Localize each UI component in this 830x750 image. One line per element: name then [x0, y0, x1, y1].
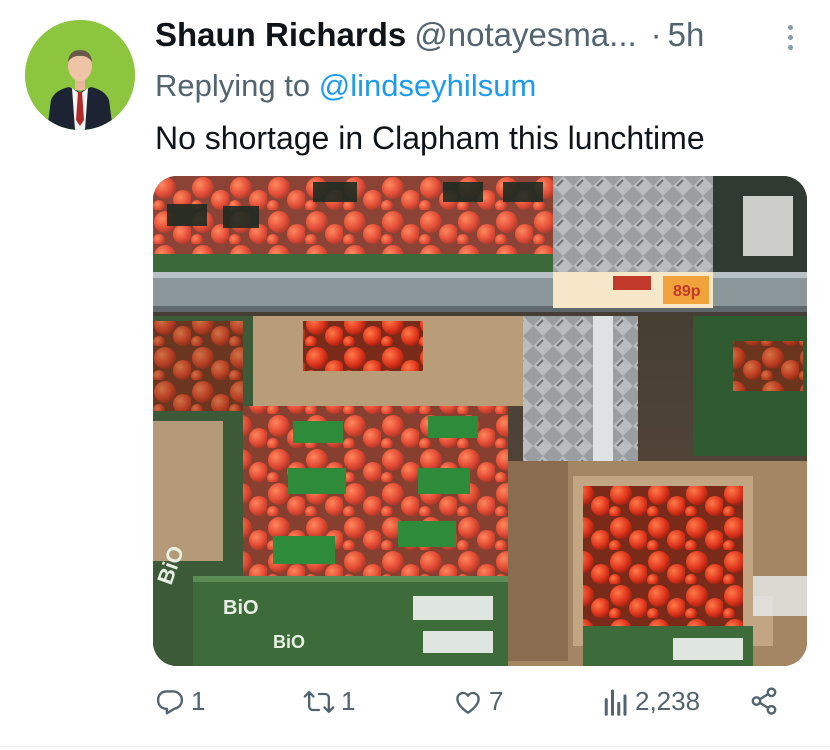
more-options-icon[interactable] — [780, 22, 800, 52]
timestamp[interactable]: 5h — [668, 16, 705, 54]
replying-to-line: Replying to @lindseyhilsum — [155, 68, 536, 104]
svg-text:89p: 89p — [673, 283, 701, 300]
avatar[interactable] — [25, 20, 135, 130]
svg-text:BiO: BiO — [223, 597, 259, 619]
tweet-text: No shortage in Clapham this lunchtime — [155, 120, 705, 156]
replying-to-link[interactable]: @lindseyhilsum — [319, 68, 537, 103]
views-count: 2,238 — [635, 686, 701, 716]
views-icon — [604, 689, 627, 716]
replying-to-prefix: Replying to — [155, 68, 311, 103]
separator-dot: · — [650, 16, 662, 53]
share-button[interactable] — [749, 686, 779, 716]
tomato-display-photo: 89p BiO BiO BiO — [153, 176, 807, 666]
reply-count: 1 — [191, 686, 206, 716]
like-count: 7 — [489, 686, 504, 716]
reply-icon — [156, 689, 184, 714]
retweet-icon — [303, 690, 335, 713]
heart-icon — [456, 691, 480, 714]
reply-button[interactable]: 1 — [155, 686, 205, 717]
views-button[interactable]: 2,238 — [603, 686, 700, 717]
tweet-actions: 1 1 7 2,238 — [155, 686, 795, 726]
author-name[interactable]: Shaun Richards — [155, 16, 406, 54]
tweet-photo[interactable]: 89p BiO BiO BiO — [153, 176, 807, 666]
divider — [0, 746, 830, 747]
share-icon — [751, 687, 777, 715]
like-button[interactable]: 7 — [453, 686, 503, 717]
author-handle[interactable]: @notayesma... — [414, 16, 636, 54]
retweet-button[interactable]: 1 — [303, 686, 355, 717]
svg-text:BiO: BiO — [273, 632, 305, 652]
retweet-count: 1 — [341, 686, 356, 716]
tweet-header: Shaun Richards @notayesma... · 5h — [155, 16, 800, 56]
